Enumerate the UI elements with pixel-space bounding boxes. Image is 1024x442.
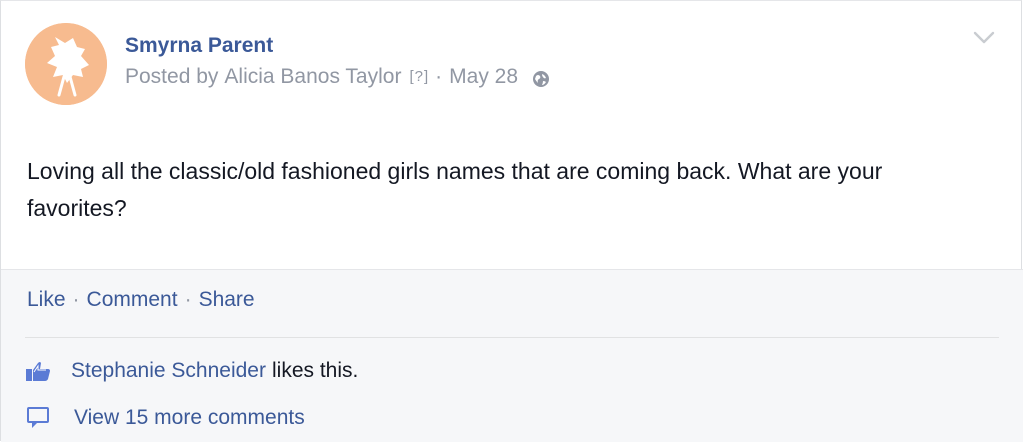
author-link[interactable]: Alicia Banos Taylor <box>224 65 401 89</box>
comment-bubble-icon <box>27 407 49 428</box>
post-card: Smyrna Parent Posted by Alicia Banos Tay… <box>0 0 1023 442</box>
action-separator: · <box>184 288 192 311</box>
page-avatar[interactable] <box>25 23 107 105</box>
comment-button[interactable]: Comment <box>87 288 178 311</box>
likes-suffix: likes this. <box>271 359 359 382</box>
globe-icon[interactable] <box>532 70 550 88</box>
page-name-link[interactable]: Smyrna Parent <box>125 34 273 58</box>
meta-separator: · <box>435 65 443 88</box>
post-footer: Like · Comment · Share Stephanie Schneider l… <box>1 269 1023 442</box>
page-logo-icon <box>25 23 107 105</box>
post-header: Smyrna Parent Posted by Alicia Banos Tay… <box>25 23 995 107</box>
likes-summary: Stephanie Schneider likes this. <box>25 356 358 386</box>
post-meta: Posted by Alicia Banos Taylor [?] · May … <box>125 65 550 89</box>
share-button[interactable]: Share <box>199 288 255 311</box>
post-date-link[interactable]: May 28 <box>449 65 518 89</box>
comments-summary: View 15 more comments <box>27 403 305 433</box>
chevron-down-icon[interactable] <box>973 31 995 45</box>
view-more-comments-link[interactable]: View 15 more comments <box>74 406 305 430</box>
like-button[interactable]: Like <box>27 288 66 311</box>
post-body-text: Loving all the classic/old fashioned gir… <box>27 158 883 221</box>
liker-name-link[interactable]: Stephanie Schneider <box>71 359 266 383</box>
help-marker[interactable]: [?] <box>409 68 429 85</box>
posted-by-label: Posted by <box>125 65 219 88</box>
thumbs-up-icon <box>26 362 50 381</box>
footer-divider <box>25 337 999 338</box>
action-separator: · <box>72 288 80 311</box>
post-actions: Like · Comment · Share <box>27 288 255 312</box>
